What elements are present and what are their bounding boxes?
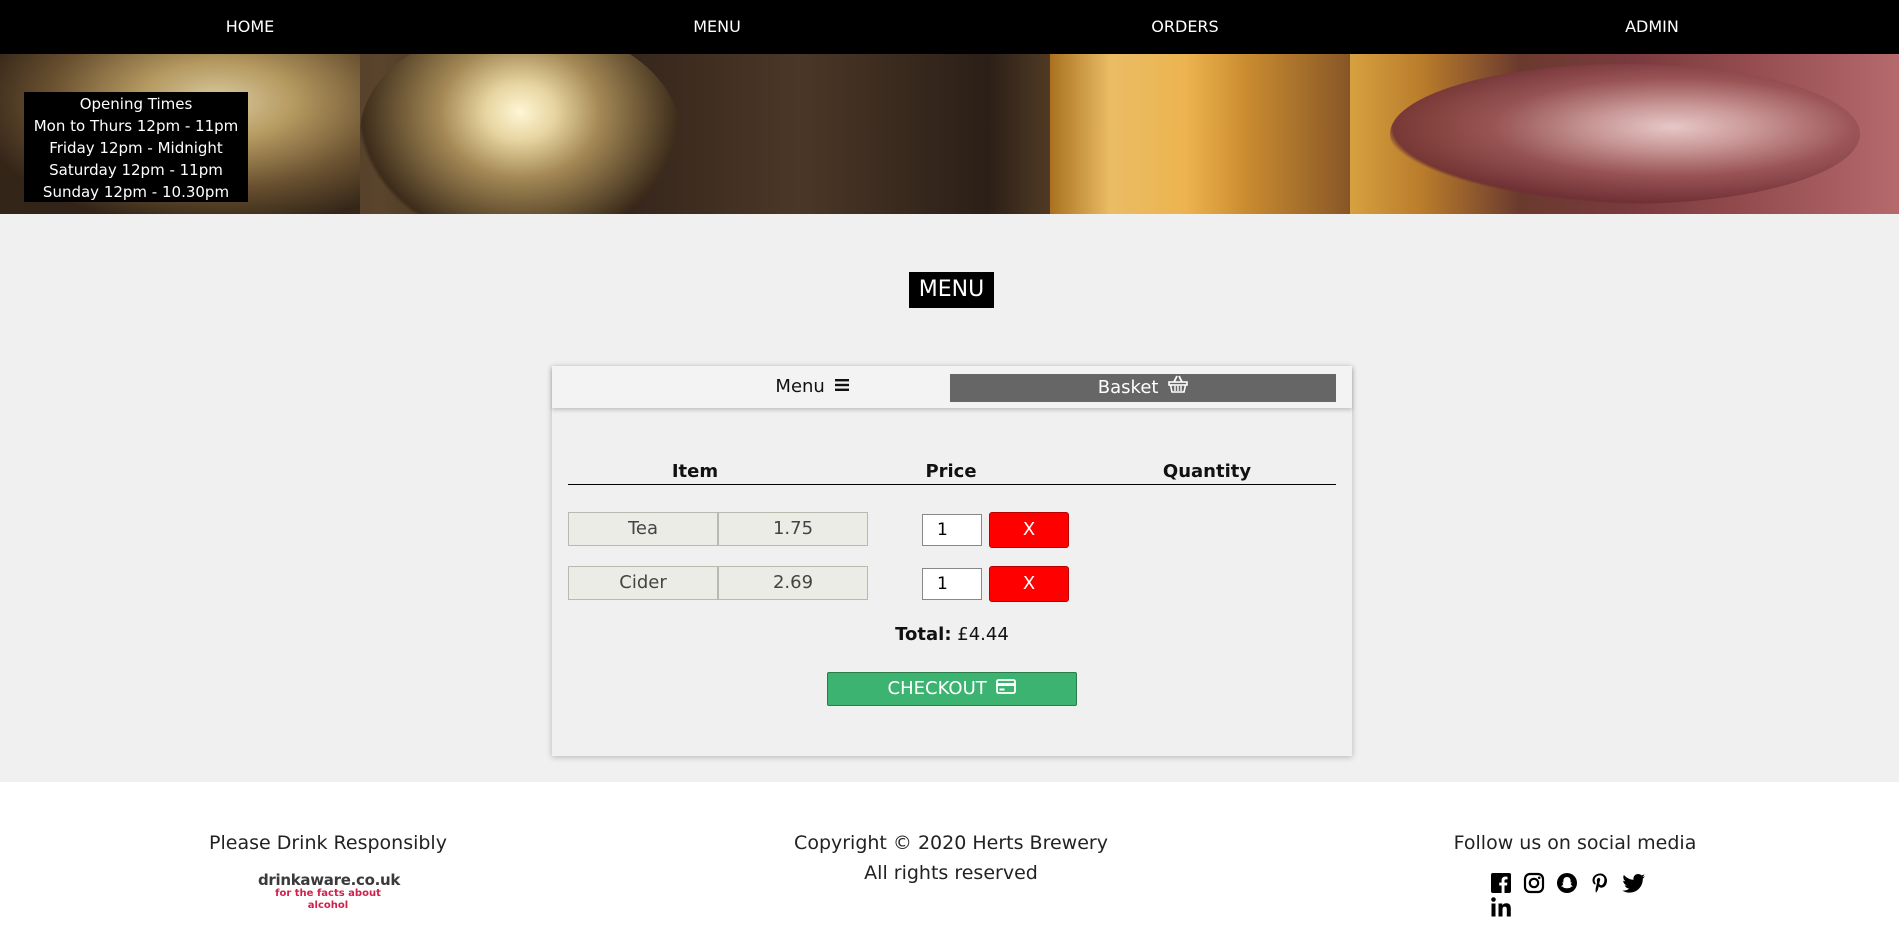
instagram-icon[interactable] xyxy=(1523,872,1547,896)
total-value: £4.44 xyxy=(957,624,1009,645)
linkedin-icon[interactable] xyxy=(1490,896,1514,920)
drink-responsibly: Please Drink Responsibly xyxy=(209,832,447,854)
drinkaware-logo-text: drinkaware.co.uk xyxy=(258,871,401,889)
drinkaware-logo[interactable]: drinkaware.co.uk for the facts about alc… xyxy=(258,871,401,911)
facebook-icon[interactable] xyxy=(1490,872,1514,896)
basket-total: Total: £4.44 xyxy=(852,624,1052,645)
drinkaware-logo-tagline: for the facts about alcohol xyxy=(275,888,381,911)
page-title: MENU xyxy=(909,272,994,308)
tab-menu[interactable]: Menu xyxy=(712,374,912,400)
tab-basket[interactable]: Basket xyxy=(950,374,1336,402)
remove-item-button[interactable]: X xyxy=(989,566,1069,602)
checkout-label: CHECKOUT xyxy=(887,678,987,699)
opening-times-line: Mon to Thurs 12pm - 11pm xyxy=(33,117,239,135)
header-quantity: Quantity xyxy=(1162,461,1252,482)
opening-times-line: Sunday 12pm - 10.30pm xyxy=(42,183,230,201)
pinterest-icon[interactable] xyxy=(1589,872,1613,896)
tab-menu-label: Menu xyxy=(775,376,825,397)
item-name: Cider xyxy=(568,566,718,600)
remove-item-button[interactable]: X xyxy=(989,512,1069,548)
tab-basket-label: Basket xyxy=(1097,377,1159,398)
item-price: 2.69 xyxy=(718,566,868,600)
quantity-input[interactable]: 1 xyxy=(922,514,982,546)
opening-times-line: Friday 12pm - Midnight xyxy=(49,139,223,157)
header-price: Price xyxy=(925,461,977,482)
hamburger-icon xyxy=(834,374,849,400)
basket-icon xyxy=(1168,374,1189,402)
item-price: 1.75 xyxy=(718,512,868,546)
basket-row: Cider 2.69 1 X xyxy=(568,566,1336,602)
nav-admin[interactable]: ADMIN xyxy=(1552,0,1752,54)
hero-beer-glass xyxy=(1050,54,1350,214)
footer: Please Drink Responsibly drinkaware.co.u… xyxy=(0,782,1899,932)
copyright-block: Copyright © 2020 Herts Brewery All right… xyxy=(751,828,1151,888)
basket-card: Menu Basket Item Price Quantity Tea 1.75… xyxy=(552,366,1352,756)
social-heading: Follow us on social media xyxy=(1453,832,1697,854)
header-item: Item xyxy=(671,461,719,482)
quantity-input[interactable]: 1 xyxy=(922,568,982,600)
social-links xyxy=(1490,872,1660,917)
main-content: MENU Menu Basket Item Price Quantity Tea… xyxy=(0,214,1899,782)
tab-bar: Menu Basket xyxy=(552,366,1352,408)
hero-cup xyxy=(1390,64,1860,204)
copyright-text: Copyright © 2020 Herts Brewery xyxy=(794,832,1108,854)
basket-row: Tea 1.75 1 X xyxy=(568,512,1336,548)
item-name: Tea xyxy=(568,512,718,546)
twitter-icon[interactable] xyxy=(1622,872,1646,896)
total-label: Total: xyxy=(895,624,952,645)
checkout-button[interactable]: CHECKOUT xyxy=(827,672,1077,706)
header-divider xyxy=(568,484,1336,485)
nav-menu[interactable]: MENU xyxy=(617,0,817,54)
hero-brass-pot xyxy=(360,54,680,214)
opening-times: Opening Times Mon to Thurs 12pm - 11pm F… xyxy=(24,92,248,202)
hero-banner xyxy=(0,54,1899,214)
nav-home[interactable]: HOME xyxy=(150,0,350,54)
snapchat-icon[interactable] xyxy=(1556,872,1580,896)
opening-times-title: Opening Times xyxy=(79,95,193,113)
rights-text: All rights reserved xyxy=(864,862,1038,884)
credit-card-icon xyxy=(996,673,1017,705)
top-nav: HOME MENU ORDERS ADMIN xyxy=(0,0,1899,54)
nav-orders[interactable]: ORDERS xyxy=(1085,0,1285,54)
opening-times-line: Saturday 12pm - 11pm xyxy=(49,161,223,179)
